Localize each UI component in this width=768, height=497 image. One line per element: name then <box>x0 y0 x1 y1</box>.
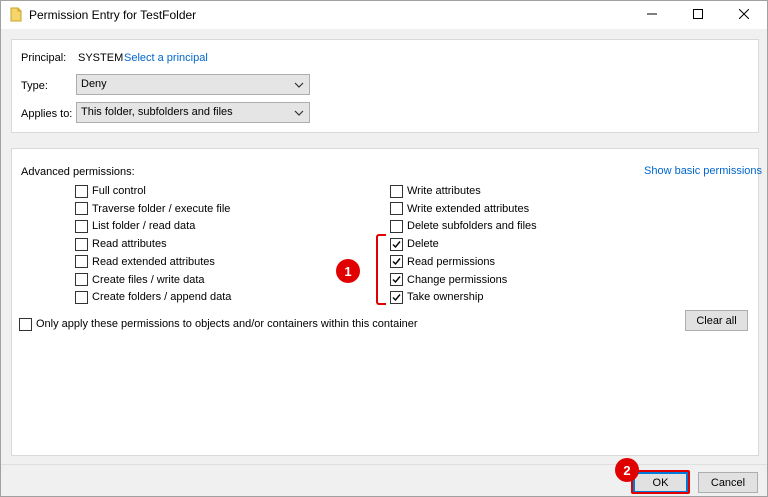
clear-all-button[interactable]: Clear all <box>685 310 748 331</box>
permission-checkbox[interactable] <box>390 219 403 233</box>
permission-label: Traverse folder / execute file <box>92 202 231 215</box>
permission-label: Delete <box>407 238 439 251</box>
minimize-icon <box>647 9 657 22</box>
permission-checkbox[interactable] <box>75 202 88 216</box>
permission-label: List folder / read data <box>92 220 196 233</box>
permission-entry-dialog: Permission Entry for TestFolder Principa… <box>0 0 768 497</box>
permission-label: Create files / write data <box>92 273 205 286</box>
applies-to-select[interactable]: This folder, subfolders and files <box>76 102 310 123</box>
annotation-badge-1-text: 1 <box>344 263 352 279</box>
type-select[interactable]: Deny <box>76 74 310 95</box>
checkmark-icon <box>392 258 401 266</box>
permission-row[interactable]: Write attributes <box>390 183 481 199</box>
permission-row[interactable]: Read extended attributes <box>75 254 215 270</box>
checkmark-icon <box>392 293 401 301</box>
permission-row[interactable]: Read permissions <box>390 254 495 270</box>
permission-row[interactable]: Delete <box>390 236 439 252</box>
permission-label: Create folders / append data <box>92 291 232 304</box>
title-bar[interactable]: Permission Entry for TestFolder <box>1 1 767 29</box>
annotation-badge-1: 1 <box>336 259 360 283</box>
folder-icon <box>10 7 22 22</box>
permission-label: Write attributes <box>407 185 481 197</box>
permission-checkbox[interactable] <box>75 219 88 233</box>
permission-row[interactable]: Read attributes <box>75 236 167 252</box>
permission-row[interactable]: Write extended attributes <box>390 201 529 217</box>
window-title: Permission Entry for TestFolder <box>29 8 197 22</box>
select-principal-link[interactable]: Select a principal <box>124 52 208 64</box>
permission-row[interactable]: Full control <box>75 183 146 199</box>
permission-row[interactable]: Traverse folder / execute file <box>75 201 230 217</box>
principal-label: Principal: <box>21 52 67 64</box>
permission-label: Take ownership <box>407 291 484 304</box>
principal-value: SYSTEM <box>78 52 124 64</box>
show-basic-permissions-link[interactable]: Show basic permissions <box>644 165 762 177</box>
permission-checkbox[interactable] <box>75 290 88 304</box>
permission-checkbox[interactable] <box>390 255 403 269</box>
principal-panel: Principal: SYSTEM Select a principal Typ… <box>11 39 759 133</box>
permission-checkbox[interactable] <box>75 255 88 269</box>
permission-checkbox[interactable] <box>390 184 403 198</box>
cancel-label: Cancel <box>710 476 746 489</box>
chevron-down-icon <box>294 108 304 116</box>
checkmark-icon <box>392 240 401 248</box>
only-apply-checkbox[interactable] <box>19 317 32 331</box>
permission-row[interactable]: Create folders / append data <box>75 289 231 305</box>
only-apply-checkbox-row[interactable]: Only apply these permissions to objects … <box>19 316 418 332</box>
ok-button-highlight <box>631 470 690 494</box>
permission-label: Read attributes <box>92 238 167 251</box>
advanced-permissions-title: Advanced permissions: <box>21 166 135 178</box>
maximize-button[interactable] <box>675 1 721 29</box>
permission-label: Read extended attributes <box>92 255 215 268</box>
permission-label: Read permissions <box>407 255 496 268</box>
maximize-icon <box>693 8 703 22</box>
type-select-value: Deny <box>81 78 107 90</box>
permission-row[interactable]: Take ownership <box>390 289 483 305</box>
permission-checkbox[interactable] <box>390 237 403 251</box>
permission-row[interactable]: Change permissions <box>390 272 507 288</box>
type-label: Type: <box>21 80 48 92</box>
permission-checkbox[interactable] <box>75 184 88 198</box>
annotation-badge-2: 2 <box>615 458 639 482</box>
only-apply-label: Only apply these permissions to objects … <box>36 318 418 330</box>
permission-checkbox[interactable] <box>75 237 88 251</box>
minimize-button[interactable] <box>629 1 675 29</box>
annotation-badge-2-text: 2 <box>623 462 631 478</box>
close-button[interactable] <box>721 1 767 29</box>
applies-to-label: Applies to: <box>21 108 73 120</box>
permission-label: Write extended attributes <box>407 202 530 215</box>
permission-label: Full control <box>92 185 146 197</box>
permission-label: Change permissions <box>407 273 508 286</box>
permission-row[interactable]: List folder / read data <box>75 218 195 234</box>
applies-to-select-value: This folder, subfolders and files <box>81 106 233 118</box>
permission-checkbox[interactable] <box>390 202 403 216</box>
cancel-button[interactable]: Cancel <box>698 472 758 493</box>
chevron-down-icon <box>294 80 304 88</box>
permission-checkbox[interactable] <box>75 273 88 286</box>
checkmark-icon <box>392 276 401 284</box>
permission-checkbox[interactable] <box>390 290 403 304</box>
permission-row[interactable]: Delete subfolders and files <box>390 218 537 234</box>
clear-all-label: Clear all <box>696 314 737 327</box>
close-icon <box>738 8 750 22</box>
permission-checkbox[interactable] <box>390 273 403 286</box>
annotation-bracket <box>376 234 386 305</box>
permission-label: Delete subfolders and files <box>407 220 537 233</box>
permission-row[interactable]: Create files / write data <box>75 272 205 288</box>
